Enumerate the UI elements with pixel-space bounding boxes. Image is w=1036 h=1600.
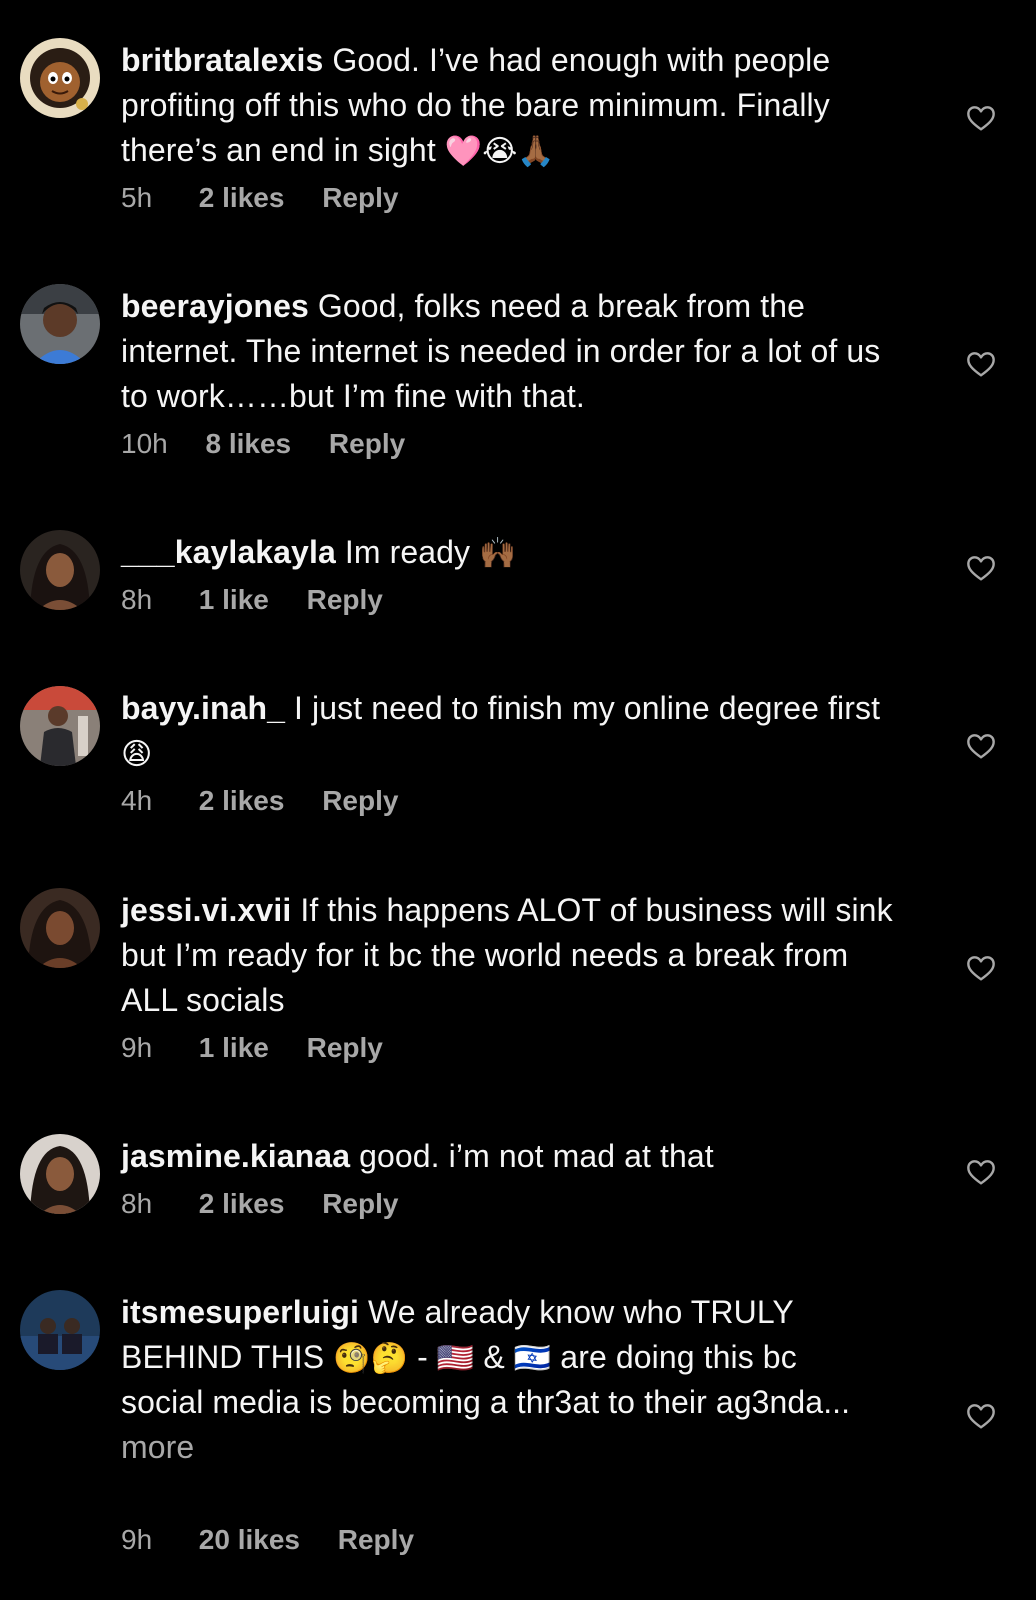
reply-button[interactable]: Reply: [307, 1031, 383, 1065]
comment-body: good. i’m not mad at that: [359, 1138, 714, 1174]
comment-meta: 8h 1 like Reply: [121, 583, 383, 617]
reply-button[interactable]: Reply: [322, 784, 398, 818]
comment-time: 8h: [121, 1188, 153, 1219]
comment-likes[interactable]: 8 likes: [206, 427, 292, 461]
reply-button[interactable]: Reply: [338, 1523, 414, 1557]
reply-button[interactable]: Reply: [322, 181, 398, 215]
comment-meta: 4h 2 likes Reply: [121, 784, 398, 818]
avatar[interactable]: [20, 530, 100, 610]
comment-likes[interactable]: 2 likes: [199, 181, 285, 215]
comment-text: jessi.vi.xvii If this happens ALOT of bu…: [121, 888, 911, 1023]
comment-meta: 9h 1 like Reply: [121, 1031, 383, 1065]
comment-likes[interactable]: 20 likes: [199, 1523, 300, 1557]
israel-flag-emoji: 🇮🇱: [513, 1342, 552, 1375]
comment-username[interactable]: jessi.vi.xvii: [121, 892, 291, 928]
comment-username[interactable]: jasmine.kianaa: [121, 1138, 350, 1174]
comment-meta: 9h 20 likes Reply: [121, 1523, 414, 1557]
comment-username[interactable]: beerayjones: [121, 288, 309, 324]
comment-time: 4h: [121, 785, 153, 816]
comment-likes[interactable]: 1 like: [199, 583, 269, 617]
comment-time: 5h: [121, 182, 153, 213]
reply-button[interactable]: Reply: [322, 1187, 398, 1221]
comment-body-part3: &: [483, 1339, 505, 1375]
avatar[interactable]: [20, 1290, 100, 1370]
avatar[interactable]: [20, 686, 100, 766]
heart-outline-icon[interactable]: [965, 102, 997, 134]
avatar[interactable]: [20, 284, 100, 364]
comment-meta: 8h 2 likes Reply: [121, 1187, 398, 1221]
comment-body: I just need to finish my online degree f…: [294, 690, 881, 726]
reply-button[interactable]: Reply: [329, 427, 405, 461]
avatar[interactable]: [20, 1134, 100, 1214]
emoji: 🩷😭🙏🏾: [444, 135, 555, 168]
emoji: 🧐🤔: [333, 1342, 409, 1375]
avatar[interactable]: [20, 888, 100, 968]
comment-likes[interactable]: 1 like: [199, 1031, 269, 1065]
comment-text: beerayjones Good, folks need a break fro…: [121, 284, 911, 419]
emoji: 🙌🏾: [479, 537, 517, 570]
comment-text: bayy.inah_ I just need to finish my onli…: [121, 686, 881, 776]
comment-likes[interactable]: 2 likes: [199, 784, 285, 818]
comment-username[interactable]: britbratalexis: [121, 42, 323, 78]
comment-username[interactable]: ___kaylakayla: [121, 534, 336, 570]
comment-body: Im ready: [344, 534, 471, 570]
comment-likes[interactable]: 2 likes: [199, 1187, 285, 1221]
heart-outline-icon[interactable]: [965, 348, 997, 380]
comment-time: 8h: [121, 584, 153, 615]
comment-username[interactable]: bayy.inah_: [121, 690, 285, 726]
comment-text: britbratalexis Good. I’ve had enough wit…: [121, 38, 911, 173]
comment-time: 9h: [121, 1524, 153, 1555]
heart-outline-icon[interactable]: [965, 1400, 997, 1432]
us-flag-emoji: 🇺🇸: [436, 1342, 475, 1375]
heart-outline-icon[interactable]: [965, 730, 997, 762]
comment-username[interactable]: itsmesuperluigi: [121, 1294, 359, 1330]
comment-text: jasmine.kianaa good. i’m not mad at that: [121, 1134, 911, 1179]
more-link[interactable]: more: [121, 1425, 881, 1470]
comment-meta: 5h 2 likes Reply: [121, 181, 398, 215]
comment-meta: 10h 8 likes Reply: [121, 427, 405, 461]
heart-outline-icon[interactable]: [965, 1156, 997, 1188]
avatar[interactable]: [20, 38, 100, 118]
reply-button[interactable]: Reply: [307, 583, 383, 617]
comment-body-part2: -: [417, 1339, 428, 1375]
comment-text: itsmesuperluigi We already know who TRUL…: [121, 1290, 881, 1470]
comment-text: ___kaylakayla Im ready 🙌🏾: [121, 530, 911, 575]
emoji: 😩: [121, 738, 153, 771]
comment-time: 10h: [121, 428, 168, 459]
heart-outline-icon[interactable]: [965, 552, 997, 584]
comment-time: 9h: [121, 1032, 153, 1063]
heart-outline-icon[interactable]: [965, 952, 997, 984]
